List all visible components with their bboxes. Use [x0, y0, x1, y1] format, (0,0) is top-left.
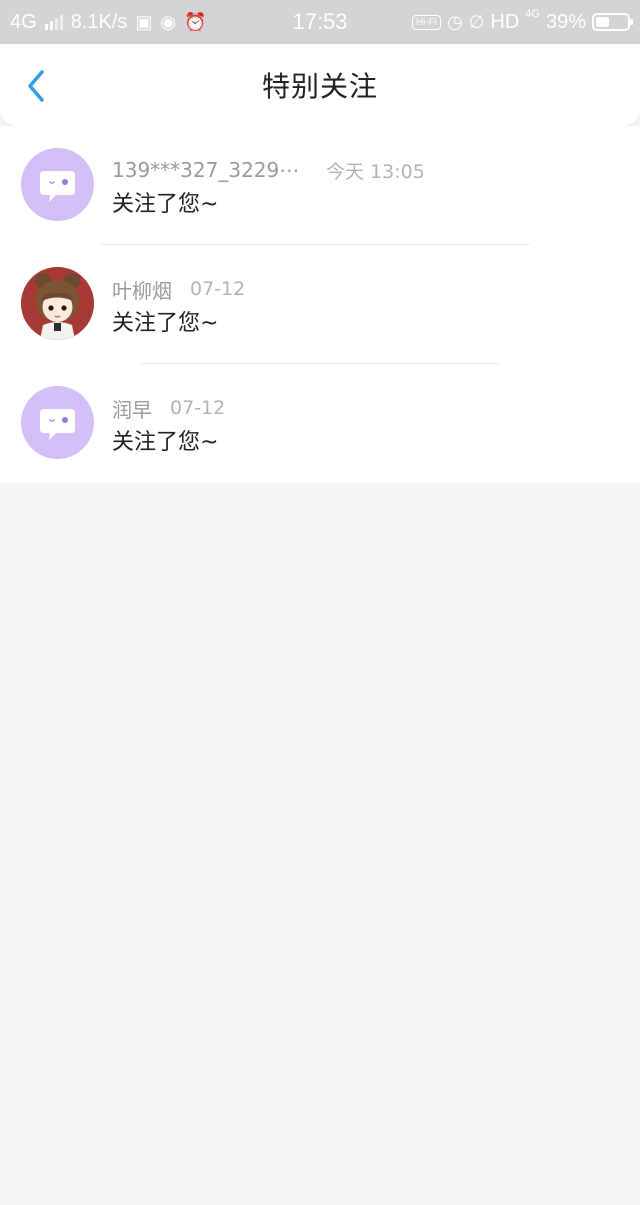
- item-name: 叶柳烟: [112, 278, 172, 303]
- hd-network-label: 4G: [525, 8, 540, 20]
- chevron-left-icon: [28, 70, 44, 102]
- list-item[interactable]: 139***327_3229⋯ 今天 13:05 关注了您~: [0, 126, 640, 245]
- item-message: 关注了您~: [112, 430, 219, 455]
- status-right: Hi-Fi ◷ ∅ HD 4G 39%: [411, 0, 633, 44]
- item-message: 关注了您~: [112, 311, 219, 336]
- item-header: 139***327_3229⋯ 今天 13:05: [112, 158, 425, 183]
- back-button[interactable]: [18, 66, 54, 106]
- status-bar: 4G 8.1K/s ▣ ◉ ⏰ 17:53 Hi-Fi ◷ ∅ HD 4G 39…: [0, 0, 640, 44]
- anime-girl-avatar: [21, 267, 94, 340]
- item-time: 今天 13:05: [326, 160, 425, 183]
- bot-avatar: [21, 148, 94, 221]
- item-header: 叶柳烟 07-12: [112, 277, 246, 303]
- page-title: 特别关注: [261, 70, 378, 103]
- item-name: 139***327_3229⋯: [112, 158, 298, 182]
- list-item[interactable]: 叶柳烟 07-12 关注了您~: [0, 245, 640, 364]
- item-time: 07-12: [190, 278, 246, 300]
- item-header: 润早 07-12: [112, 396, 226, 422]
- follow-list: 139***327_3229⋯ 今天 13:05 关注了您~ 叶柳烟 07-12…: [0, 126, 640, 483]
- nav-bar: 特别关注: [0, 44, 640, 126]
- hd-label: HD: [490, 10, 520, 33]
- list-item[interactable]: 润早 07-12 关注了您~: [0, 364, 640, 483]
- battery-icon: [592, 13, 633, 31]
- item-name: 润早: [112, 397, 152, 422]
- item-message: 关注了您~: [112, 192, 219, 217]
- hifi-badge: Hi-Fi: [411, 14, 441, 30]
- battery-percent: 39%: [545, 10, 586, 33]
- item-time: 07-12: [170, 397, 226, 419]
- bell-off-icon: ∅: [468, 12, 485, 32]
- bot-avatar: [21, 386, 94, 459]
- alarm-icon: ◷: [446, 12, 463, 32]
